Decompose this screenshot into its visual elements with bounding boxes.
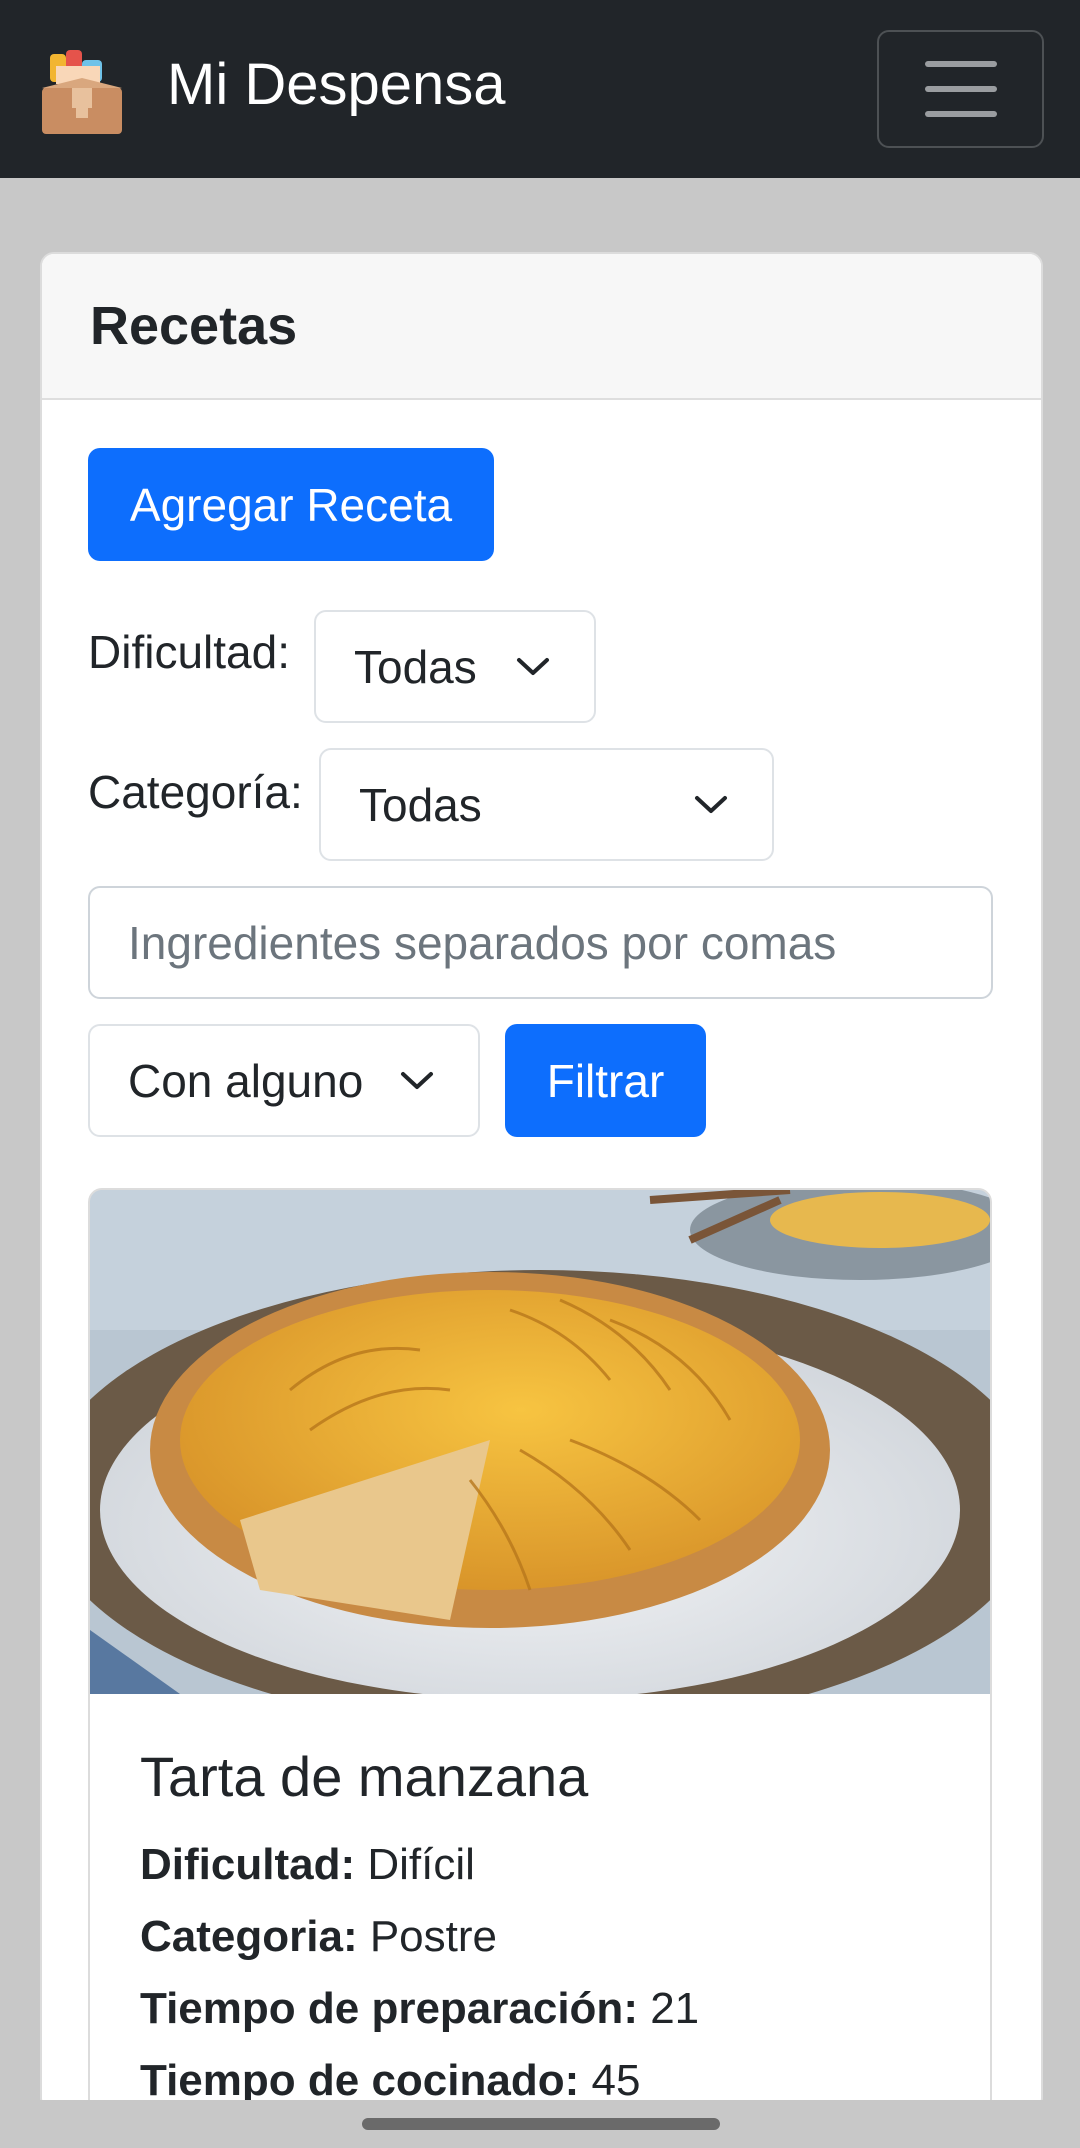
category-select[interactable]: Todas xyxy=(319,748,774,861)
recipe-difficulty: Dificultad: Difícil xyxy=(140,1840,475,1890)
category-field-value: Postre xyxy=(369,1912,497,1961)
difficulty-label: Dificultad: xyxy=(88,626,290,678)
difficulty-field-label: Dificultad: xyxy=(140,1840,356,1889)
match-mode-value: Con alguno xyxy=(128,1054,364,1107)
category-label: Categoría: xyxy=(88,766,303,818)
recipe-prep-time: Tiempo de preparación: 21 xyxy=(140,1984,699,2034)
home-indicator[interactable] xyxy=(362,2118,720,2130)
difficulty-field-value: Difícil xyxy=(367,1840,475,1889)
page-title: Recetas xyxy=(90,296,298,356)
prep-time-value: 21 xyxy=(650,1984,700,2033)
add-recipe-button[interactable]: Agregar Receta xyxy=(88,448,494,561)
category-field-label: Categoria: xyxy=(140,1912,358,1961)
prep-time-label: Tiempo de preparación: xyxy=(140,1984,638,2033)
recipe-card[interactable]: Tarta de manzana Dificultad: Difícil Cat… xyxy=(88,1188,992,2148)
chevron-down-icon xyxy=(695,795,727,813)
navbar: Mi Despensa xyxy=(0,0,1080,178)
recipe-category: Categoria: Postre xyxy=(140,1912,497,1962)
match-mode-select[interactable]: Con alguno xyxy=(88,1024,480,1137)
menu-toggle-button[interactable] xyxy=(877,30,1044,148)
ingredients-placeholder: Ingredientes separados por comas xyxy=(128,916,837,969)
hamburger-menu-icon xyxy=(924,61,997,67)
apple-tart-photo xyxy=(90,1190,990,1694)
pantry-box-icon[interactable] xyxy=(36,48,128,140)
recipe-cook-time: Tiempo de cocinado: 45 xyxy=(140,2056,640,2106)
card-header: Recetas xyxy=(42,254,1041,400)
difficulty-select-value: Todas xyxy=(354,640,477,693)
difficulty-select[interactable]: Todas xyxy=(314,610,596,723)
filter-button[interactable]: Filtrar xyxy=(505,1024,706,1137)
recipe-title: Tarta de manzana xyxy=(140,1745,589,1808)
chevron-down-icon xyxy=(401,1071,433,1089)
category-select-value: Todas xyxy=(359,778,482,831)
brand-name[interactable]: Mi Despensa xyxy=(167,50,505,120)
ingredients-input[interactable]: Ingredientes separados por comas xyxy=(88,886,993,999)
chevron-down-icon xyxy=(517,657,549,675)
cook-time-value: 45 xyxy=(591,2056,641,2105)
cook-time-label: Tiempo de cocinado: xyxy=(140,2056,580,2105)
